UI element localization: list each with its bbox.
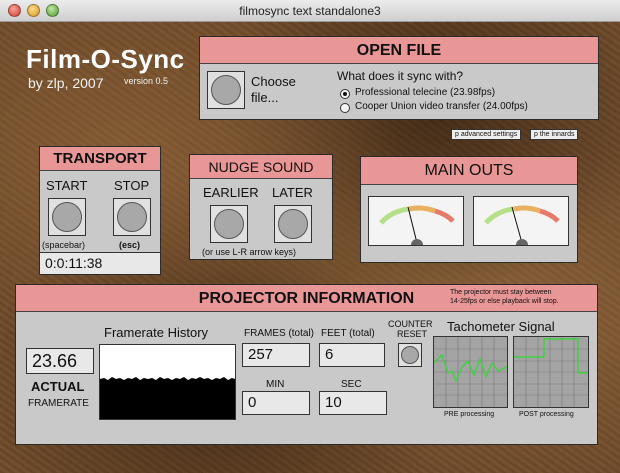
projector-info-title: PROJECTOR INFORMATION bbox=[198, 290, 415, 307]
innards-button[interactable]: p the innards bbox=[530, 129, 579, 140]
radio-cooper-union[interactable] bbox=[340, 103, 350, 113]
frames-total-display: 257 bbox=[242, 343, 310, 367]
projector-info-header: PROJECTOR INFORMATION The projector must… bbox=[16, 285, 597, 312]
counter-reset-button[interactable] bbox=[398, 343, 422, 367]
min-display: 0 bbox=[242, 391, 310, 415]
nudge-sound-header: NUDGE SOUND bbox=[190, 155, 332, 179]
framerate-history-title: Framerate History bbox=[104, 325, 209, 340]
right-meter-dial bbox=[484, 205, 560, 245]
stop-hint: (esc) bbox=[119, 240, 141, 250]
start-hint: (spacebar) bbox=[42, 240, 86, 250]
radio-cooper-union-label: Cooper Union video transfer (24.00fps) bbox=[355, 101, 528, 112]
stop-button-knob bbox=[117, 202, 147, 232]
framerate-history-plot bbox=[100, 377, 235, 419]
radio-telecine-label: Professional telecine (23.98fps) bbox=[355, 87, 496, 98]
advanced-settings-button[interactable]: p advanced settings bbox=[451, 129, 522, 140]
close-window-button[interactable] bbox=[8, 4, 21, 17]
nudge-later-button-knob bbox=[278, 209, 308, 239]
main-out-right-meter bbox=[473, 196, 569, 246]
stop-button[interactable] bbox=[113, 198, 151, 236]
counter-reset-button-knob bbox=[401, 346, 419, 364]
zoom-window-button[interactable] bbox=[46, 4, 59, 17]
left-meter-dial bbox=[379, 205, 455, 245]
main-out-left-meter bbox=[368, 196, 464, 246]
main-outs-header: MAIN OUTS bbox=[361, 157, 577, 185]
nudge-sound-panel: NUDGE SOUND EARLIER LATER (or use L-R ar… bbox=[189, 154, 333, 260]
projector-info-panel: PROJECTOR INFORMATION The projector must… bbox=[15, 284, 598, 445]
window-titlebar: filmosync text standalone3 bbox=[0, 0, 620, 22]
framerate-label: FRAMERATE bbox=[28, 398, 89, 409]
stop-label: STOP bbox=[114, 178, 150, 193]
nudge-earlier-button-knob bbox=[214, 209, 244, 239]
open-file-header: OPEN FILE bbox=[200, 37, 598, 64]
timecode-display: 0:0:11:38 bbox=[40, 252, 160, 274]
projector-note-line2: 14-25fps or else playback will stop. bbox=[450, 298, 559, 305]
app-title: Film-O-Sync bbox=[26, 44, 185, 74]
radio-telecine[interactable] bbox=[340, 89, 350, 99]
transport-header: TRANSPORT bbox=[40, 147, 160, 171]
window-title: filmosync text standalone3 bbox=[239, 4, 381, 18]
nudge-hint: (or use L-R arrow keys) bbox=[202, 247, 297, 257]
choose-file-label-line2: file... bbox=[251, 90, 279, 105]
tachometer-title: Tachometer Signal bbox=[447, 319, 555, 334]
minimize-window-button[interactable] bbox=[27, 4, 40, 17]
transport-panel: TRANSPORT START STOP (spacebar) (esc) 0:… bbox=[39, 146, 161, 275]
post-processing-signal bbox=[514, 337, 588, 407]
app-byline: by zlp, 2007 bbox=[28, 75, 104, 91]
choose-file-button[interactable] bbox=[207, 71, 245, 109]
post-processing-label: POST processing bbox=[519, 411, 574, 418]
feet-total-display: 6 bbox=[319, 343, 385, 367]
choose-file-button-knob bbox=[211, 75, 241, 105]
feet-total-label: FEET (total) bbox=[321, 328, 375, 339]
choose-file-label-line1: Choose bbox=[251, 74, 296, 89]
actual-framerate-display: 23.66 bbox=[26, 348, 94, 374]
tachometer-post-scope bbox=[513, 336, 589, 408]
framerate-history-graph bbox=[99, 344, 236, 420]
frames-total-label: FRAMES (total) bbox=[244, 328, 315, 339]
actual-label: ACTUAL bbox=[31, 379, 85, 394]
earlier-label: EARLIER bbox=[203, 185, 259, 200]
start-button[interactable] bbox=[48, 198, 86, 236]
tachometer-pre-scope bbox=[433, 336, 508, 408]
pre-processing-signal bbox=[433, 337, 508, 407]
open-file-panel: OPEN FILE Choose file... What does it sy… bbox=[199, 36, 599, 120]
sec-display: 10 bbox=[319, 391, 387, 415]
nudge-later-button[interactable] bbox=[274, 205, 312, 243]
app-canvas: Film-O-Sync by zlp, 2007 version 0.5 OPE… bbox=[0, 22, 620, 473]
start-label: START bbox=[46, 178, 88, 193]
later-label: LATER bbox=[272, 185, 313, 200]
main-outs-panel: MAIN OUTS bbox=[360, 156, 578, 263]
counter-reset-label-line1: COUNTER bbox=[388, 319, 433, 329]
nudge-earlier-button[interactable] bbox=[210, 205, 248, 243]
sync-question: What does it sync with? bbox=[337, 69, 464, 83]
app-version: version 0.5 bbox=[124, 76, 169, 86]
pre-processing-label: PRE processing bbox=[444, 411, 495, 418]
counter-reset-label-line2: RESET bbox=[397, 329, 428, 339]
projector-note-line1: The projector must stay between bbox=[450, 289, 552, 296]
start-button-knob bbox=[52, 202, 82, 232]
min-label: MIN bbox=[266, 379, 285, 390]
sec-label: SEC bbox=[341, 379, 362, 390]
